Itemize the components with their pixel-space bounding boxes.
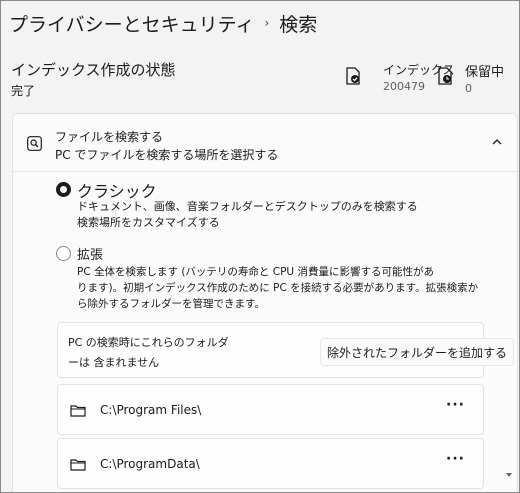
classic-desc-line: ドキュメント、画像、音楽フォルダーとデスクトップのみを検索する <box>77 200 418 213</box>
find-files-title: ファイルを検索する <box>55 130 164 144</box>
more-options-button[interactable]: ··· <box>446 451 465 467</box>
indexing-status-title: インデックス作成の状態 <box>11 61 176 79</box>
page-title: 検索 <box>279 13 318 36</box>
add-excluded-folder-button[interactable]: 除外されたフォルダーを追加する <box>320 338 515 366</box>
scroll-down-icon[interactable] <box>505 471 513 479</box>
indexing-status-value: 完了 <box>11 84 36 98</box>
search-icon <box>27 136 42 151</box>
find-files-header[interactable]: ファイルを検索する PC でファイルを検索する場所を選択する <box>13 114 517 172</box>
breadcrumb-parent[interactable]: プライバシーとセキュリティ <box>9 10 254 37</box>
more-options-button[interactable]: ··· <box>446 397 465 413</box>
pending-stat: 保留中 0 <box>437 61 504 95</box>
enhanced-desc-line: PC 全体を検索します (バッテリの寿命と CPU 消費量に影響する可能性があ <box>77 266 434 278</box>
folder-path: C:\ProgramData\ <box>100 457 200 471</box>
breadcrumb-separator: › <box>264 16 270 30</box>
enhanced-desc-line: ら除外するフォルダーを管理できます。 <box>77 298 265 310</box>
chevron-up-icon[interactable] <box>491 136 503 148</box>
find-files-card: ファイルを検索する PC でファイルを検索する場所を選択する クラシック ドキュ… <box>12 113 518 492</box>
folder-icon <box>70 459 86 471</box>
excluded-text-line: ーは 含まれません <box>68 356 160 369</box>
enhanced-label[interactable]: 拡張 <box>77 244 103 263</box>
enhanced-desc-line: ります)。初期インデックス作成のために PC を接続する必要があります。拡張検索… <box>77 282 479 294</box>
pending-label: 保留中 <box>465 65 505 80</box>
folder-path: C:\Program Files\ <box>100 403 202 417</box>
settings-window: プライバシーとセキュリティ › 検索 インデックス作成の状態 完了 インデックス… <box>0 0 520 493</box>
excluded-folders-text: PC の検索時にこれらのフォルダ ーは 含まれません <box>68 333 258 373</box>
folder-row: C:\ProgramData\ ··· <box>57 438 484 489</box>
enhanced-radio[interactable] <box>56 246 71 261</box>
document-check-icon <box>346 67 360 85</box>
pending-count: 0 <box>465 82 472 95</box>
folder-icon <box>70 405 86 417</box>
classic-desc-line: 検索場所をカスタマイズする <box>77 216 220 229</box>
breadcrumb: プライバシーとセキュリティ › 検索 <box>9 9 317 37</box>
document-clock-icon <box>438 67 452 85</box>
find-files-subtitle: PC でファイルを検索する場所を選択する <box>55 148 279 162</box>
classic-description: ドキュメント、画像、音楽フォルダーとデスクトップのみを検索する 検索場所をカスタ… <box>77 199 418 231</box>
folder-row: C:\Program Files\ ··· <box>57 384 484 435</box>
excluded-folders-row: PC の検索時にこれらのフォルダ ーは 含まれません 除外されたフォルダーを追加… <box>57 322 515 378</box>
classic-radio[interactable] <box>56 182 71 197</box>
enhanced-description: PC 全体を検索します (バッテリの寿命と CPU 消費量に影響する可能性があ … <box>77 264 507 312</box>
excluded-text-line: PC の検索時にこれらのフォルダ <box>68 336 229 349</box>
